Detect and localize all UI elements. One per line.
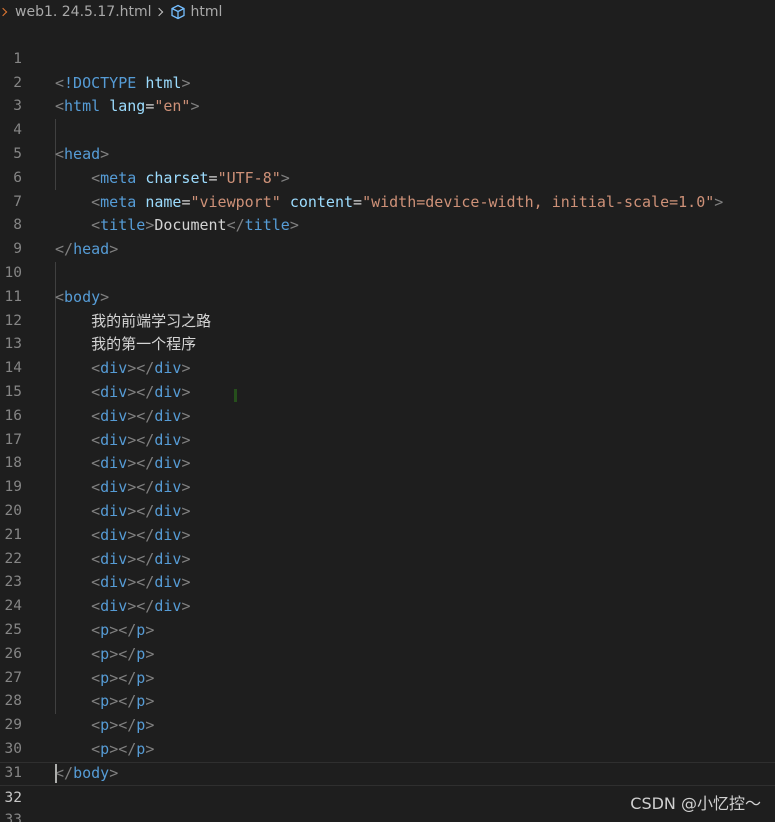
code-line[interactable]: 12 我的第一个程序 — [0, 286, 775, 354]
text-cursor — [55, 764, 57, 783]
code-line[interactable]: 19 <div></div> — [0, 452, 775, 520]
code-line[interactable]: 21 <div></div> — [0, 500, 775, 568]
breadcrumb-symbol[interactable]: html — [191, 4, 223, 20]
code-line[interactable]: 28 <p></p> — [0, 667, 775, 734]
code-line[interactable]: 10 <body> — [0, 238, 775, 306]
code-line[interactable]: 27 <p></p> — [0, 643, 775, 711]
chevron-right-icon — [0, 7, 8, 17]
code-line[interactable]: 16 <div></div> — [0, 381, 775, 449]
watermark: CSDN @小忆控～ — [630, 794, 761, 813]
code-line[interactable]: 9 — [0, 214, 775, 257]
code-editor[interactable]: 1 <!DOCTYPE html> 2 <html lang="en"> 3 4… — [0, 24, 775, 822]
code-line[interactable]: 20 <div></div> — [0, 476, 775, 544]
breadcrumb: web1. 24.5.17.html html — [0, 0, 775, 24]
code-line[interactable]: 23 <div></div> — [0, 548, 775, 615]
code-line[interactable]: 26 <p></p> — [0, 619, 775, 687]
line-number: 33 — [4, 812, 22, 822]
html-element-cube-icon — [170, 4, 185, 20]
code-line[interactable]: 4 <head> — [0, 95, 775, 163]
code-line[interactable]: 30 </body> — [0, 714, 775, 782]
code-line[interactable]: 2 <html lang="en"> — [0, 48, 775, 116]
code-line[interactable]: 22 <div></div> — [0, 524, 775, 592]
code-line[interactable]: 18 <div></div> — [0, 429, 775, 496]
code-line[interactable]: 3 — [0, 72, 775, 114]
code-line[interactable]: 17 <div></div> — [0, 405, 775, 473]
code-line[interactable]: 25 <p></p> — [0, 595, 775, 663]
code-line[interactable]: 7 <title>Document</title> — [0, 167, 775, 235]
code-line[interactable]: 24 <p></p> — [0, 571, 775, 639]
code-line-current[interactable]: 32 — [0, 761, 775, 806]
code-line[interactable]: 15 <div></div> — [0, 357, 775, 425]
chevron-right-icon — [154, 7, 163, 17]
code-line[interactable]: 14 <div></div> — [0, 333, 775, 401]
code-line[interactable]: 13 <div></div> — [0, 310, 775, 377]
code-line[interactable]: 11 我的前端学习之路 — [0, 262, 775, 330]
code-line[interactable]: 31 — [0, 738, 775, 781]
code-line[interactable]: 6 <meta name="viewport" content="width=d… — [0, 143, 775, 211]
code-line[interactable]: 8 </head> — [0, 191, 775, 258]
breadcrumb-file[interactable]: web1. 24.5.17.html — [15, 4, 152, 20]
code-line[interactable]: 5 <meta charset="UTF-8"> — [0, 119, 775, 187]
code-line[interactable]: 29 <p></p> — [0, 690, 775, 758]
code-line[interactable]: 1 <!DOCTYPE html> — [0, 24, 775, 92]
